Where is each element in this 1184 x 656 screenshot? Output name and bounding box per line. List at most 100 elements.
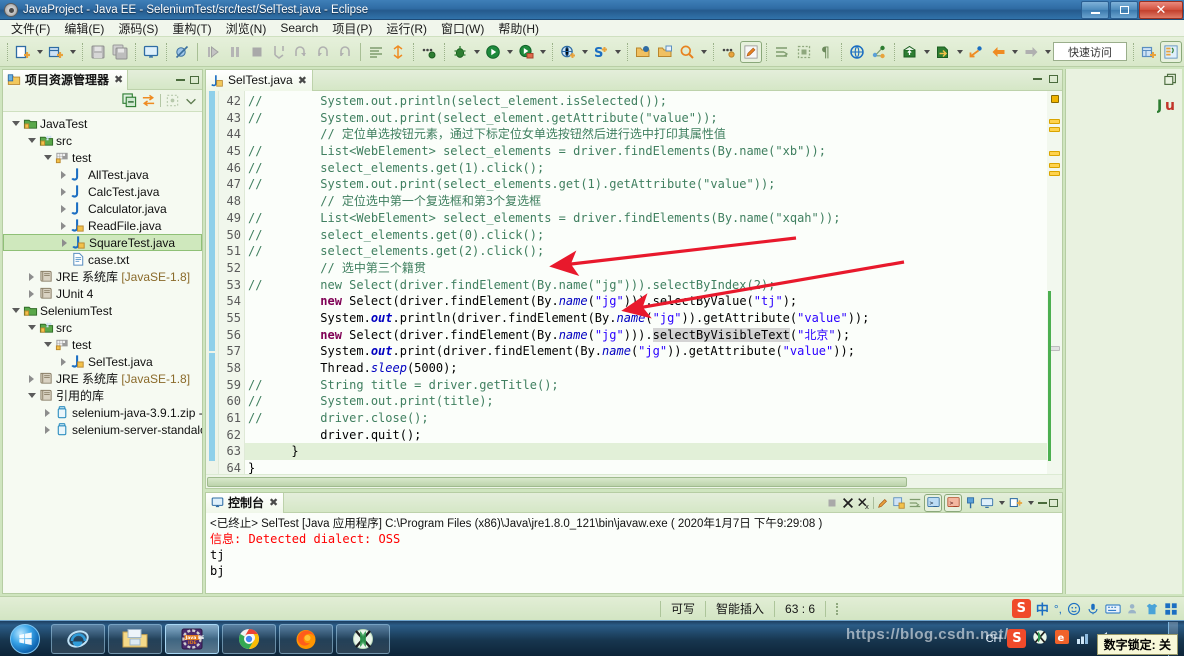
minimize-icon[interactable]	[1033, 78, 1042, 80]
tray-app-icon[interactable]: e	[1054, 629, 1070, 648]
search-dropdown-icon[interactable]	[698, 41, 709, 63]
link-with-editor-icon[interactable]	[141, 93, 156, 108]
chevron-right-icon[interactable]	[57, 187, 70, 196]
open-type-icon[interactable]	[632, 41, 654, 63]
edit-icon[interactable]	[740, 40, 762, 63]
tray-network-icon[interactable]	[1076, 629, 1092, 648]
chevron-right-icon[interactable]	[25, 374, 38, 383]
word-wrap-icon[interactable]	[908, 496, 922, 510]
chevron-right-icon[interactable]	[57, 204, 70, 213]
console-output[interactable]: <已终止> SelTest [Java 应用程序] C:\Program Fil…	[206, 513, 1062, 593]
import-dropdown-icon[interactable]	[954, 41, 965, 63]
back-jump-icon[interactable]	[965, 41, 987, 63]
code-line[interactable]: // String title = driver.getTitle();	[245, 377, 1062, 394]
next-annotation-icon[interactable]	[771, 41, 793, 63]
code-line[interactable]: new Select(driver.findElement(By.name("j…	[245, 327, 1062, 344]
tray-sogou-icon[interactable]: S	[1007, 629, 1027, 648]
code-line[interactable]: // new Select(driver.findElement(By.name…	[245, 277, 1062, 294]
import-icon[interactable]	[932, 41, 954, 63]
tray-language-indicator[interactable]: CH	[986, 633, 1002, 645]
display-selected-console-icon[interactable]	[980, 496, 994, 510]
menu-search[interactable]: Search	[273, 20, 325, 36]
run-external-icon[interactable]	[515, 41, 537, 63]
open-task-icon[interactable]	[654, 41, 676, 63]
firefox-task[interactable]	[279, 623, 333, 654]
remove-launch-icon[interactable]	[841, 496, 855, 510]
apps-icon[interactable]	[1164, 602, 1178, 616]
chevron-right-icon[interactable]	[41, 425, 54, 434]
new-web-project-icon[interactable]	[557, 41, 579, 63]
focus-icon[interactable]	[165, 93, 180, 108]
keyboard-icon[interactable]	[1105, 602, 1121, 616]
status-resize-handle[interactable]	[825, 600, 848, 617]
ruler-marker-warning[interactable]	[1049, 163, 1060, 168]
chevron-right-icon[interactable]	[25, 272, 38, 281]
web-browser-icon[interactable]	[846, 41, 868, 63]
code-area[interactable]: 42 43 44 45 46 47 48 49 50 51 52 53 54 55 56 57 58 59 60 61…	[206, 91, 1062, 474]
code-line[interactable]: // select_elements.get(0).click();	[245, 227, 1062, 244]
close-button[interactable]: ✕	[1139, 0, 1183, 19]
restore-icon[interactable]	[1164, 73, 1178, 87]
menu-run[interactable]: 运行(R)	[379, 19, 434, 38]
junit-icon[interactable]: J u	[1157, 95, 1177, 115]
tree-item-readfile.java[interactable]: ReadFile.java	[3, 217, 202, 234]
code-line[interactable]: // driver.close();	[245, 410, 1062, 427]
minimize-icon[interactable]	[176, 78, 185, 81]
maximize-icon[interactable]	[1049, 75, 1058, 83]
menu-edit[interactable]: 编辑(E)	[57, 19, 111, 38]
run-external-dropdown-icon[interactable]	[537, 41, 548, 63]
tree-item-junit-4[interactable]: JUnit 4	[3, 285, 202, 302]
close-icon[interactable]: ✖	[269, 496, 278, 509]
menu-window[interactable]: 窗口(W)	[434, 19, 491, 38]
new-wizard-icon[interactable]	[12, 41, 34, 63]
code-line[interactable]: // 定位选中第一个复选框和第3个复选框	[245, 193, 1062, 210]
tree-item-seleniumtest[interactable]: SeleniumTest	[3, 302, 202, 319]
menu-help[interactable]: 帮助(H)	[491, 19, 546, 38]
view-menu-icon[interactable]	[184, 94, 198, 108]
toggle-format-icon[interactable]	[365, 41, 387, 63]
show-console-icon[interactable]: >_	[924, 493, 942, 512]
code-line[interactable]: }	[245, 443, 1062, 461]
code-line[interactable]: // List<WebElement> select_elements = dr…	[245, 210, 1062, 227]
share-icon[interactable]	[868, 41, 890, 63]
chevron-down-icon[interactable]	[41, 342, 54, 347]
menu-file[interactable]: 文件(F)	[4, 19, 57, 38]
new-wizard-dropdown-icon[interactable]	[34, 41, 45, 63]
voice-icon[interactable]	[1086, 602, 1100, 616]
java-ee-perspective-icon[interactable]	[1160, 40, 1182, 63]
tree-item-jre[interactable]: JRE 系统库 [JavaSE-1.8]	[3, 370, 202, 387]
menu-refactor[interactable]: 重构(T)	[165, 19, 218, 38]
ime-punctuation-toggle[interactable]: °,	[1054, 602, 1062, 616]
code-line[interactable]: driver.quit();	[245, 427, 1062, 444]
skip-breakpoints-icon[interactable]	[171, 41, 193, 63]
tree-item-test[interactable]: test	[3, 336, 202, 353]
pin-console-icon[interactable]	[964, 496, 978, 510]
code-text[interactable]: // System.out.println(select_element.isS…	[245, 91, 1062, 474]
collapse-all-icon[interactable]	[122, 93, 137, 108]
tree-item-test[interactable]: test	[3, 149, 202, 166]
ruler-marker-warning[interactable]	[1049, 171, 1060, 176]
chevron-down-icon[interactable]	[41, 155, 54, 160]
tree-item-calctest.java[interactable]: CalcTest.java	[3, 183, 202, 200]
new-servlet-dropdown-icon[interactable]	[612, 41, 623, 63]
code-line[interactable]: System.out.print(driver.findElement(By.n…	[245, 343, 1062, 360]
chevron-right-icon[interactable]	[41, 408, 54, 417]
ruler-marker-warning[interactable]	[1049, 119, 1060, 124]
tree-item-selenium-java-3.9.1.zip--j.[interactable]: selenium-java-3.9.1.zip -J.	[3, 404, 202, 421]
annotation-gutter[interactable]	[206, 91, 219, 474]
new-java-project-icon[interactable]	[45, 41, 67, 63]
ime-lang-toggle[interactable]: 中	[1036, 599, 1049, 618]
ruler-marker-warning[interactable]	[1049, 127, 1060, 132]
maximize-button[interactable]	[1110, 0, 1138, 19]
export-dropdown-icon[interactable]	[921, 41, 932, 63]
code-line[interactable]: }	[245, 460, 1062, 474]
internet-explorer-task[interactable]	[51, 623, 105, 654]
open-console-icon[interactable]	[1009, 496, 1023, 510]
xmind-task[interactable]	[336, 623, 390, 654]
show-console-error-icon[interactable]: >_	[944, 493, 962, 512]
code-line[interactable]: // System.out.println(select_element.isS…	[245, 93, 1062, 110]
chevron-down-icon[interactable]	[9, 308, 22, 313]
code-line[interactable]: // select_elements.get(2).click();	[245, 243, 1062, 260]
chevron-right-icon[interactable]	[57, 221, 70, 230]
maximize-icon[interactable]	[1049, 498, 1058, 507]
